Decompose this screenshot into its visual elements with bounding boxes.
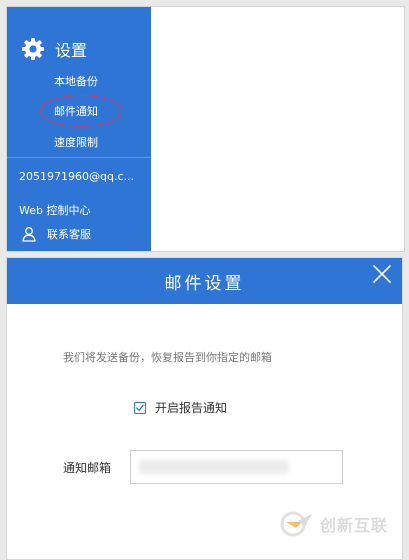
sidebar-divider: [7, 157, 151, 158]
account-email[interactable]: 2051971960@qq.c...: [19, 170, 134, 183]
report-checkbox[interactable]: [134, 401, 146, 414]
settings-sidebar: 设置 本地备份 邮件通知 速度限制 2051971960@qq.c... Web…: [7, 7, 151, 251]
email-field-label: 通知邮箱: [63, 461, 112, 475]
close-button[interactable]: [372, 264, 392, 284]
report-notification-toggle[interactable]: 开启报告通知: [134, 399, 227, 416]
settings-window: 设置 本地备份 邮件通知 速度限制 2051971960@qq.c... Web…: [6, 6, 405, 252]
redacted-email-value: [139, 460, 289, 474]
watermark-logo-icon: [280, 511, 312, 537]
close-icon: [373, 265, 391, 283]
web-console-link[interactable]: Web 控制中心: [19, 202, 90, 218]
watermark: 创新互联: [278, 509, 388, 539]
settings-title: 设置: [55, 41, 88, 60]
watermark-text: 创新互联: [320, 516, 389, 535]
contact-support-link[interactable]: 联系客服: [21, 226, 91, 242]
annotation-ellipse: [40, 95, 122, 127]
checkmark-icon: [136, 404, 144, 411]
settings-header: 设置: [21, 37, 87, 61]
user-icon: [22, 227, 36, 242]
contact-support-label: 联系客服: [47, 228, 91, 241]
sidebar-item-local-backup[interactable]: 本地备份: [54, 73, 98, 89]
gear-icon: [22, 38, 44, 60]
sidebar-item-speed-limit[interactable]: 速度限制: [54, 134, 98, 150]
report-toggle-label: 开启报告通知: [155, 401, 228, 415]
dialog-description: 我们将发送备份，恢复报告到你指定的邮箱: [63, 351, 272, 364]
email-input[interactable]: [130, 450, 343, 484]
dialog-title: 邮件设置: [164, 274, 245, 294]
dialog-header: 邮件设置: [7, 258, 402, 304]
